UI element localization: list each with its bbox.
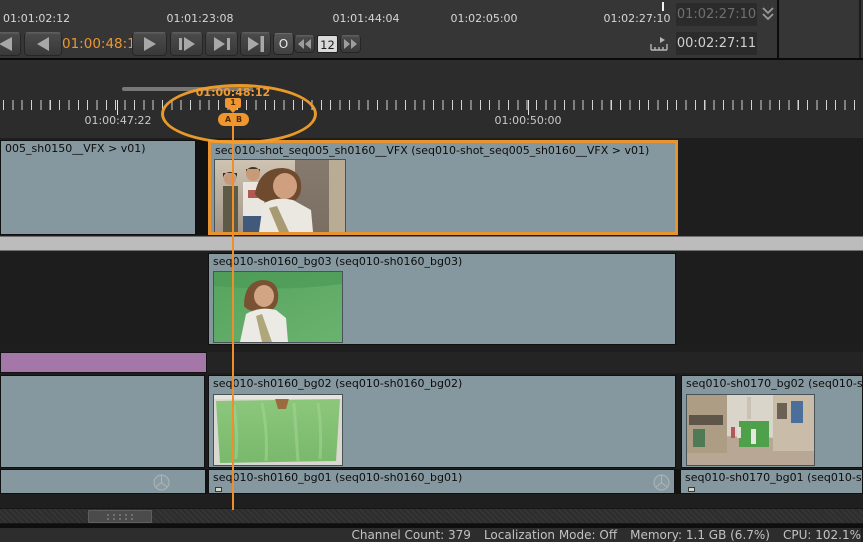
- scrollbar-handle[interactable]: [88, 510, 152, 523]
- panel-divider: [859, 0, 861, 58]
- double-chevron-down-icon[interactable]: [760, 6, 776, 22]
- play-to-out-button[interactable]: [205, 32, 238, 56]
- play-button[interactable]: [132, 32, 167, 56]
- locked-clip[interactable]: [0, 352, 207, 373]
- step-back-icon: [0, 36, 15, 52]
- clip-label: seq010-sh0160_bg02 (seq010-sh0160_bg02): [213, 377, 462, 390]
- play-from-in-button[interactable]: [170, 32, 203, 56]
- duration-ruler-icon: [649, 35, 669, 52]
- clip-sh0150-vfx[interactable]: 005_sh0150__VFX > v01): [0, 140, 196, 235]
- bottom-zone: Channel Count: 379 Localization Mode: Of…: [0, 494, 863, 542]
- keyframe-badge-icon: [688, 487, 695, 492]
- play-icon: [142, 36, 158, 52]
- timeline-tracks: 005_sh0150__VFX > v01) seq010-shot_seq00…: [0, 138, 863, 494]
- clip-continuation-bg01[interactable]: [0, 469, 206, 494]
- clip-label: 005_sh0150__VFX > v01): [5, 142, 146, 155]
- track-locked: [0, 352, 863, 373]
- play-to-out-icon: [213, 36, 231, 52]
- clip-continuation-bg02[interactable]: [0, 375, 205, 468]
- source-ruler[interactable]: 01:01:02:12 01:01:23:08 01:01:44:04 01:0…: [0, 0, 668, 26]
- status-channel-count: Channel Count: 379: [351, 528, 470, 542]
- loop-mode-button[interactable]: O: [273, 33, 294, 55]
- frame-step-field[interactable]: 12: [317, 35, 338, 53]
- flame-timeline-window: 01:01:02:12 01:01:23:08 01:01:44:04 01:0…: [0, 0, 863, 542]
- clip-label: seq010-sh0160_bg03 (seq010-sh0160_bg03): [213, 255, 462, 268]
- clip-label: seq010-sh0170_bg02 (seq010-sh01: [686, 377, 863, 390]
- source-ruler-label: 01:01:02:12: [3, 12, 70, 25]
- timeline-major-tick: [117, 100, 118, 115]
- track-v1: 005_sh0150__VFX > v01) seq010-shot_seq00…: [0, 140, 863, 235]
- timewarp-effect-icon: [153, 474, 170, 491]
- top-panel: 01:01:02:12 01:01:23:08 01:01:44:04 01:0…: [0, 0, 863, 58]
- record-timecode-field[interactable]: 00:02:27:11: [676, 32, 757, 55]
- source-ruler-position-tick: [662, 2, 664, 11]
- clip-sh0160-bg02[interactable]: seq010-sh0160_bg02 (seq010-sh0160_bg02): [208, 375, 676, 468]
- double-arrow-left-icon: [298, 39, 311, 49]
- timeline-major-tick: [528, 100, 529, 115]
- clip-sh0170-bg01[interactable]: seq010-sh0170_bg01 (seq010-sh01: [680, 469, 863, 494]
- clip-sh0170-bg02[interactable]: seq010-sh0170_bg02 (seq010-sh01: [681, 375, 863, 468]
- clip-label: seq010-sh0160_bg01 (seq010-sh0160_bg01): [213, 471, 462, 484]
- timeline-ruler[interactable]: 01:00:47:22 01:00:50:00 01:00:48:12 1 A …: [0, 60, 863, 138]
- double-arrow-right-icon: [344, 39, 357, 49]
- clip-label: seq010-sh0170_bg01 (seq010-sh01: [685, 471, 863, 484]
- clip-sh0160-vfx-selected[interactable]: seq010-shot_seq005_sh0160__VFX (seq010-s…: [208, 140, 678, 235]
- timeline-ruler-ticks: [3, 100, 861, 110]
- status-localization-mode: Localization Mode: Off: [484, 528, 617, 542]
- clip-sh0160-bg01[interactable]: seq010-sh0160_bg01 (seq010-sh0160_bg01): [208, 469, 675, 494]
- go-to-next-cut-button[interactable]: [240, 32, 271, 56]
- panel-divider: [777, 0, 779, 58]
- marker-a-label: A: [225, 113, 231, 126]
- clip-thumbnail-street-boy: [215, 160, 345, 232]
- clip-label: seq010-shot_seq005_sh0160__VFX (seq010-s…: [215, 144, 649, 157]
- clip-thumbnail-street-greenpanel: [687, 395, 814, 465]
- timeline-ruler-label: 01:00:50:00: [494, 114, 561, 127]
- clip-sh0160-bg03[interactable]: seq010-sh0160_bg03 (seq010-sh0160_bg03): [208, 253, 676, 345]
- play-reverse-icon: [35, 36, 51, 52]
- timewarp-effect-icon: [653, 474, 670, 491]
- clip-gap: [196, 140, 208, 235]
- track-bg02: seq010-sh0160_bg02 (seq010-sh0160_bg02) …: [0, 375, 863, 468]
- scrollbar-grip-dots: [105, 513, 135, 522]
- step-frames-forward-button[interactable]: [340, 35, 361, 53]
- step-frames-back-button[interactable]: [294, 35, 315, 53]
- status-cpu: CPU: 102.1%: [783, 528, 861, 542]
- track-bg01: seq010-sh0160_bg01 (seq010-sh0160_bg01) …: [0, 469, 863, 494]
- horizontal-scrollbar[interactable]: [0, 508, 863, 524]
- collapsed-track-separator: [0, 236, 863, 251]
- keyframe-badge-icon: [215, 487, 222, 492]
- ab-range-marker[interactable]: A B: [218, 113, 249, 126]
- status-bar: Channel Count: 379 Localization Mode: Of…: [0, 528, 861, 542]
- play-reverse-button[interactable]: [24, 32, 62, 56]
- step-back-button[interactable]: [0, 32, 21, 56]
- skip-next-icon: [247, 36, 265, 52]
- playhead-line[interactable]: [232, 125, 234, 510]
- current-timecode-field[interactable]: 01:00:48:12: [62, 33, 134, 55]
- source-timecode-field[interactable]: 01:02:27:10: [676, 3, 757, 26]
- source-ruler-label: 01:01:23:08: [166, 12, 233, 25]
- play-from-in-icon: [178, 36, 196, 52]
- timeline-ruler-label: 01:00:47:22: [84, 114, 151, 127]
- playhead-marker[interactable]: 1: [225, 98, 241, 108]
- track-bg03: seq010-sh0160_bg03 (seq010-sh0160_bg03): [0, 253, 863, 345]
- source-ruler-label: 01:01:44:04: [332, 12, 399, 25]
- source-ruler-label: 01:02:05:00: [450, 12, 517, 25]
- status-memory: Memory: 1.1 GB (6.7%): [630, 528, 770, 542]
- source-ruler-label: 01:02:27:10: [603, 12, 670, 25]
- marker-b-label: B: [236, 113, 242, 126]
